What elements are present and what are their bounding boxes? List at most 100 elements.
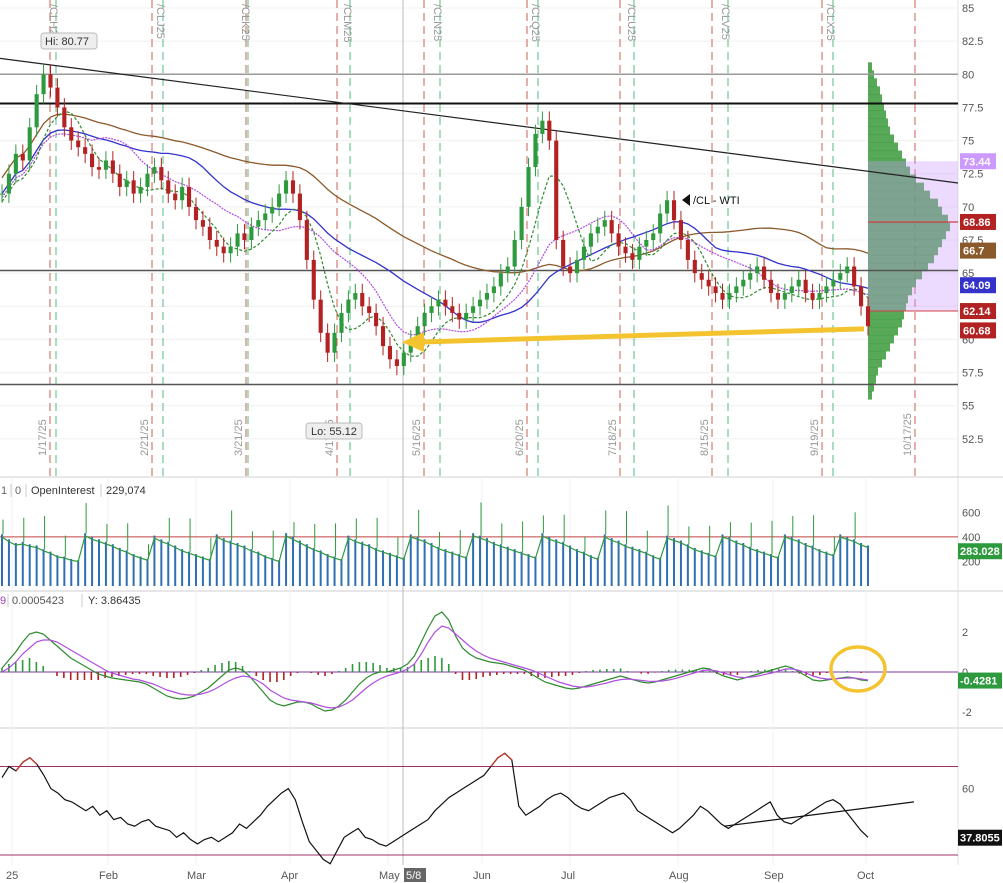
contract-label: /CLV25 xyxy=(719,4,731,40)
candle-body xyxy=(533,133,538,168)
volume-bar xyxy=(368,544,371,586)
profile-bar xyxy=(868,62,872,71)
candle-body xyxy=(166,180,171,194)
volume-tick-label: 400 xyxy=(962,532,980,544)
volume-bar xyxy=(437,546,440,586)
volume-bar xyxy=(728,536,731,586)
volume-value-badge-text: 283.028 xyxy=(960,546,1000,558)
candle-body xyxy=(685,240,690,260)
rsi-tick-label: 60 xyxy=(962,784,974,796)
price-tick-label: 85 xyxy=(962,3,974,15)
volume-bar xyxy=(749,546,752,586)
candle-body xyxy=(775,293,780,300)
candle-body xyxy=(34,94,39,128)
macd-value-badge-text: -0.4281 xyxy=(960,676,997,688)
volume-bar xyxy=(63,556,66,586)
volume-bar xyxy=(818,549,821,586)
candle-body xyxy=(124,180,129,187)
candle-body xyxy=(311,259,316,300)
candle-body xyxy=(581,246,587,260)
profile-bar xyxy=(868,78,877,87)
candle-body xyxy=(630,253,635,260)
volume-bar xyxy=(312,547,315,586)
volume-bar xyxy=(673,538,676,586)
candle-body xyxy=(332,332,337,353)
expiry-date-label: 10/17/25 xyxy=(902,413,914,456)
candle-body xyxy=(20,153,25,161)
volume-bar xyxy=(645,551,648,586)
expiry-date-label: 8/15/25 xyxy=(699,419,711,456)
candle-body xyxy=(360,293,365,307)
candle-body xyxy=(173,193,178,201)
candle-body xyxy=(401,352,406,366)
price-badge-text: 68.86 xyxy=(963,217,991,229)
candle-body xyxy=(803,279,808,294)
candle-body xyxy=(186,186,192,207)
candle-body xyxy=(6,173,11,194)
x-axis-label: Oct xyxy=(857,870,874,882)
trading-chart[interactable]: /CLH25/CLJ25/CLK25/CLM25/CLN25/CLQ25/CLU… xyxy=(0,0,1003,883)
price-tick-label: 82.5 xyxy=(962,36,983,48)
volume-bar xyxy=(451,551,454,586)
volume-bar xyxy=(569,545,572,586)
candle-body xyxy=(270,206,275,214)
hi-label: Hi: 80.77 xyxy=(40,32,98,50)
candle-body xyxy=(346,299,351,313)
candle-body xyxy=(277,193,282,207)
lo-label: Lo: 55.12 xyxy=(305,422,363,440)
volume-bar xyxy=(97,539,100,586)
volume-legend-item: 1 xyxy=(1,485,7,497)
volume-bar xyxy=(735,540,738,586)
volume-bar xyxy=(236,543,239,586)
volume-bar xyxy=(333,556,336,586)
candle-body xyxy=(117,173,122,187)
x-axis-label: Jun xyxy=(473,870,491,882)
candle-body xyxy=(464,312,469,320)
candle-body xyxy=(623,246,628,254)
candle-body xyxy=(734,286,739,294)
profile-bar xyxy=(868,134,894,144)
volume-bar xyxy=(506,546,509,586)
volume-bar xyxy=(361,541,364,586)
candle-body xyxy=(519,206,524,240)
volume-bar xyxy=(409,534,412,586)
symbol-text: /CL - WTI xyxy=(693,195,740,207)
volume-bar xyxy=(853,539,856,586)
price-tick-label: 75 xyxy=(962,136,974,148)
x-axis-label: 25 xyxy=(6,870,18,882)
volume-bar xyxy=(562,541,565,586)
candle-body xyxy=(810,293,815,300)
volume-bar xyxy=(174,545,177,586)
candle-body xyxy=(242,233,247,240)
candle-body xyxy=(616,233,621,247)
candle-body xyxy=(782,293,787,300)
volume-bar xyxy=(846,536,849,586)
candle-body xyxy=(374,312,379,327)
volume-bar xyxy=(257,551,260,586)
price-tick-label: 80 xyxy=(962,69,974,81)
candle-body xyxy=(644,240,649,247)
candle-body xyxy=(283,180,289,194)
volume-bar xyxy=(770,554,773,586)
volume-bar xyxy=(596,557,599,586)
candle-body xyxy=(588,233,593,247)
contract-label: /CLX25 xyxy=(824,4,836,41)
profile-bar xyxy=(868,367,878,376)
volume-bar xyxy=(402,557,405,586)
candle-body xyxy=(568,266,573,274)
volume-bar xyxy=(707,552,710,586)
volume-bar xyxy=(423,539,426,586)
candle-body xyxy=(339,312,344,333)
volume-bar xyxy=(541,533,544,586)
candle-body xyxy=(443,299,448,307)
volume-bar xyxy=(714,555,717,586)
candle-body xyxy=(55,87,60,108)
volume-bar xyxy=(215,534,218,586)
x-axis-label: May xyxy=(379,870,400,882)
volume-bar xyxy=(382,550,385,586)
candle-body xyxy=(69,127,74,141)
volume-bar xyxy=(617,540,620,586)
expiry-date-label: 6/20/25 xyxy=(514,419,526,456)
hi-label-text: Hi: 80.77 xyxy=(45,36,89,48)
candle-body xyxy=(96,167,102,170)
